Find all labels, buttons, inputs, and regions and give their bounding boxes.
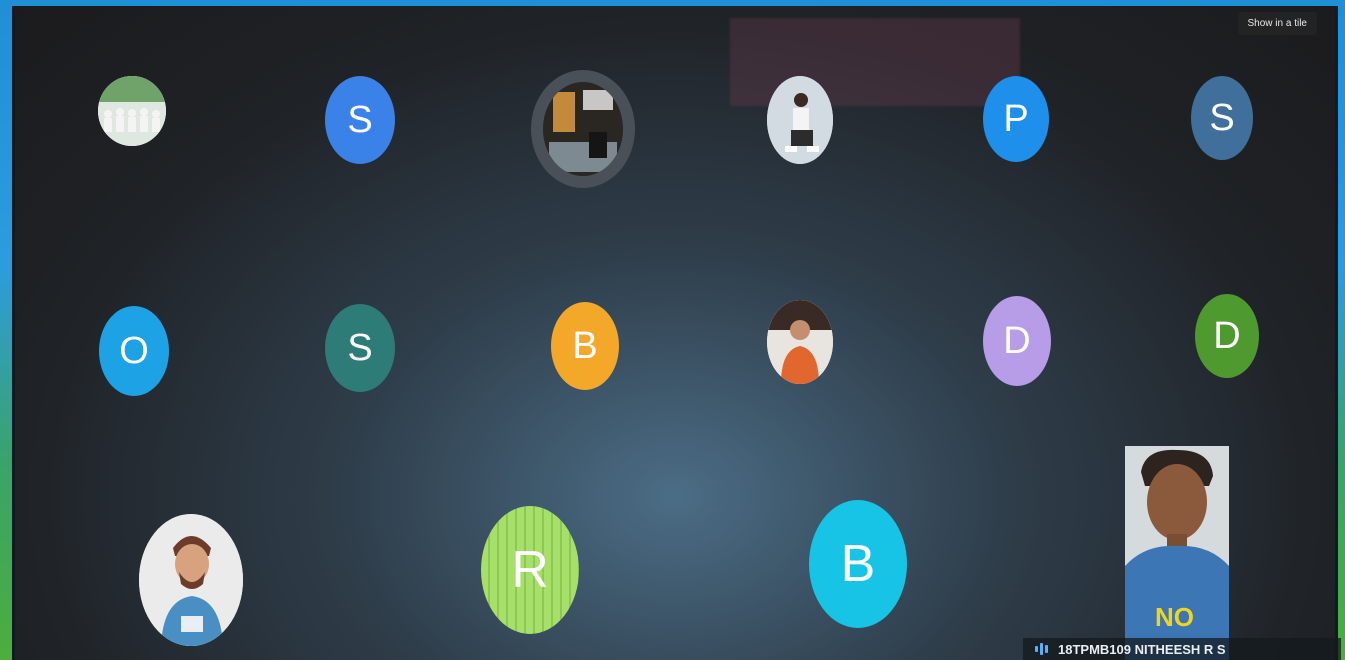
avatar-initial: B [840, 535, 876, 593]
participant-avatar-2[interactable]: S [325, 76, 395, 164]
participant-avatar-8[interactable]: S [325, 304, 395, 392]
participant-avatar-14[interactable]: R [481, 506, 579, 634]
participant-avatar-13[interactable] [139, 514, 243, 646]
participant-avatar-9[interactable]: B [551, 302, 619, 390]
participant-avatar-12[interactable]: D [1195, 294, 1259, 378]
man-portrait-icon [139, 514, 243, 646]
avatar-initial: S [347, 327, 373, 369]
avatar-initial: O [119, 330, 149, 372]
group-photo-icon [98, 76, 166, 146]
participant-avatar-5[interactable]: P [983, 76, 1049, 162]
participant-avatar-3[interactable] [531, 70, 635, 188]
participant-avatar-1[interactable] [98, 76, 166, 146]
participant-avatar-4[interactable] [767, 76, 833, 164]
avatar-initial: S [347, 99, 373, 141]
participant-avatar-6[interactable]: S [1191, 76, 1253, 160]
avatar-initial: R [511, 541, 549, 599]
self-name-bar: 18TPMB109 NITHEESH R S [1023, 638, 1341, 660]
self-participant-name: 18TPMB109 NITHEESH R S [1058, 641, 1226, 657]
participant-avatar-7[interactable]: O [99, 306, 169, 396]
avatar-initial: B [572, 325, 598, 367]
avatar-initial: S [1209, 97, 1235, 139]
audio-level-icon [1035, 643, 1048, 655]
participant-avatar-15[interactable]: B [809, 500, 907, 628]
self-video-feed-icon: NO [1125, 446, 1229, 660]
self-video-tile[interactable]: NO [1125, 446, 1229, 660]
participant-avatar-10[interactable] [767, 300, 833, 384]
avatar-initial: P [1003, 98, 1029, 140]
avatar-initial: D [1003, 320, 1031, 362]
svg-text:NO: NO [1155, 602, 1194, 632]
show-in-tile-button[interactable]: Show in a tile [1237, 12, 1317, 35]
meeting-screen: Show in a tile S P S O S B D D R B NO 18… [12, 6, 1341, 660]
participant-avatar-11[interactable]: D [983, 296, 1051, 386]
person-sitting-icon [767, 76, 833, 164]
avatar-initial: D [1213, 315, 1241, 357]
room-photo-icon [543, 82, 623, 176]
woman-orange-icon [767, 300, 833, 384]
